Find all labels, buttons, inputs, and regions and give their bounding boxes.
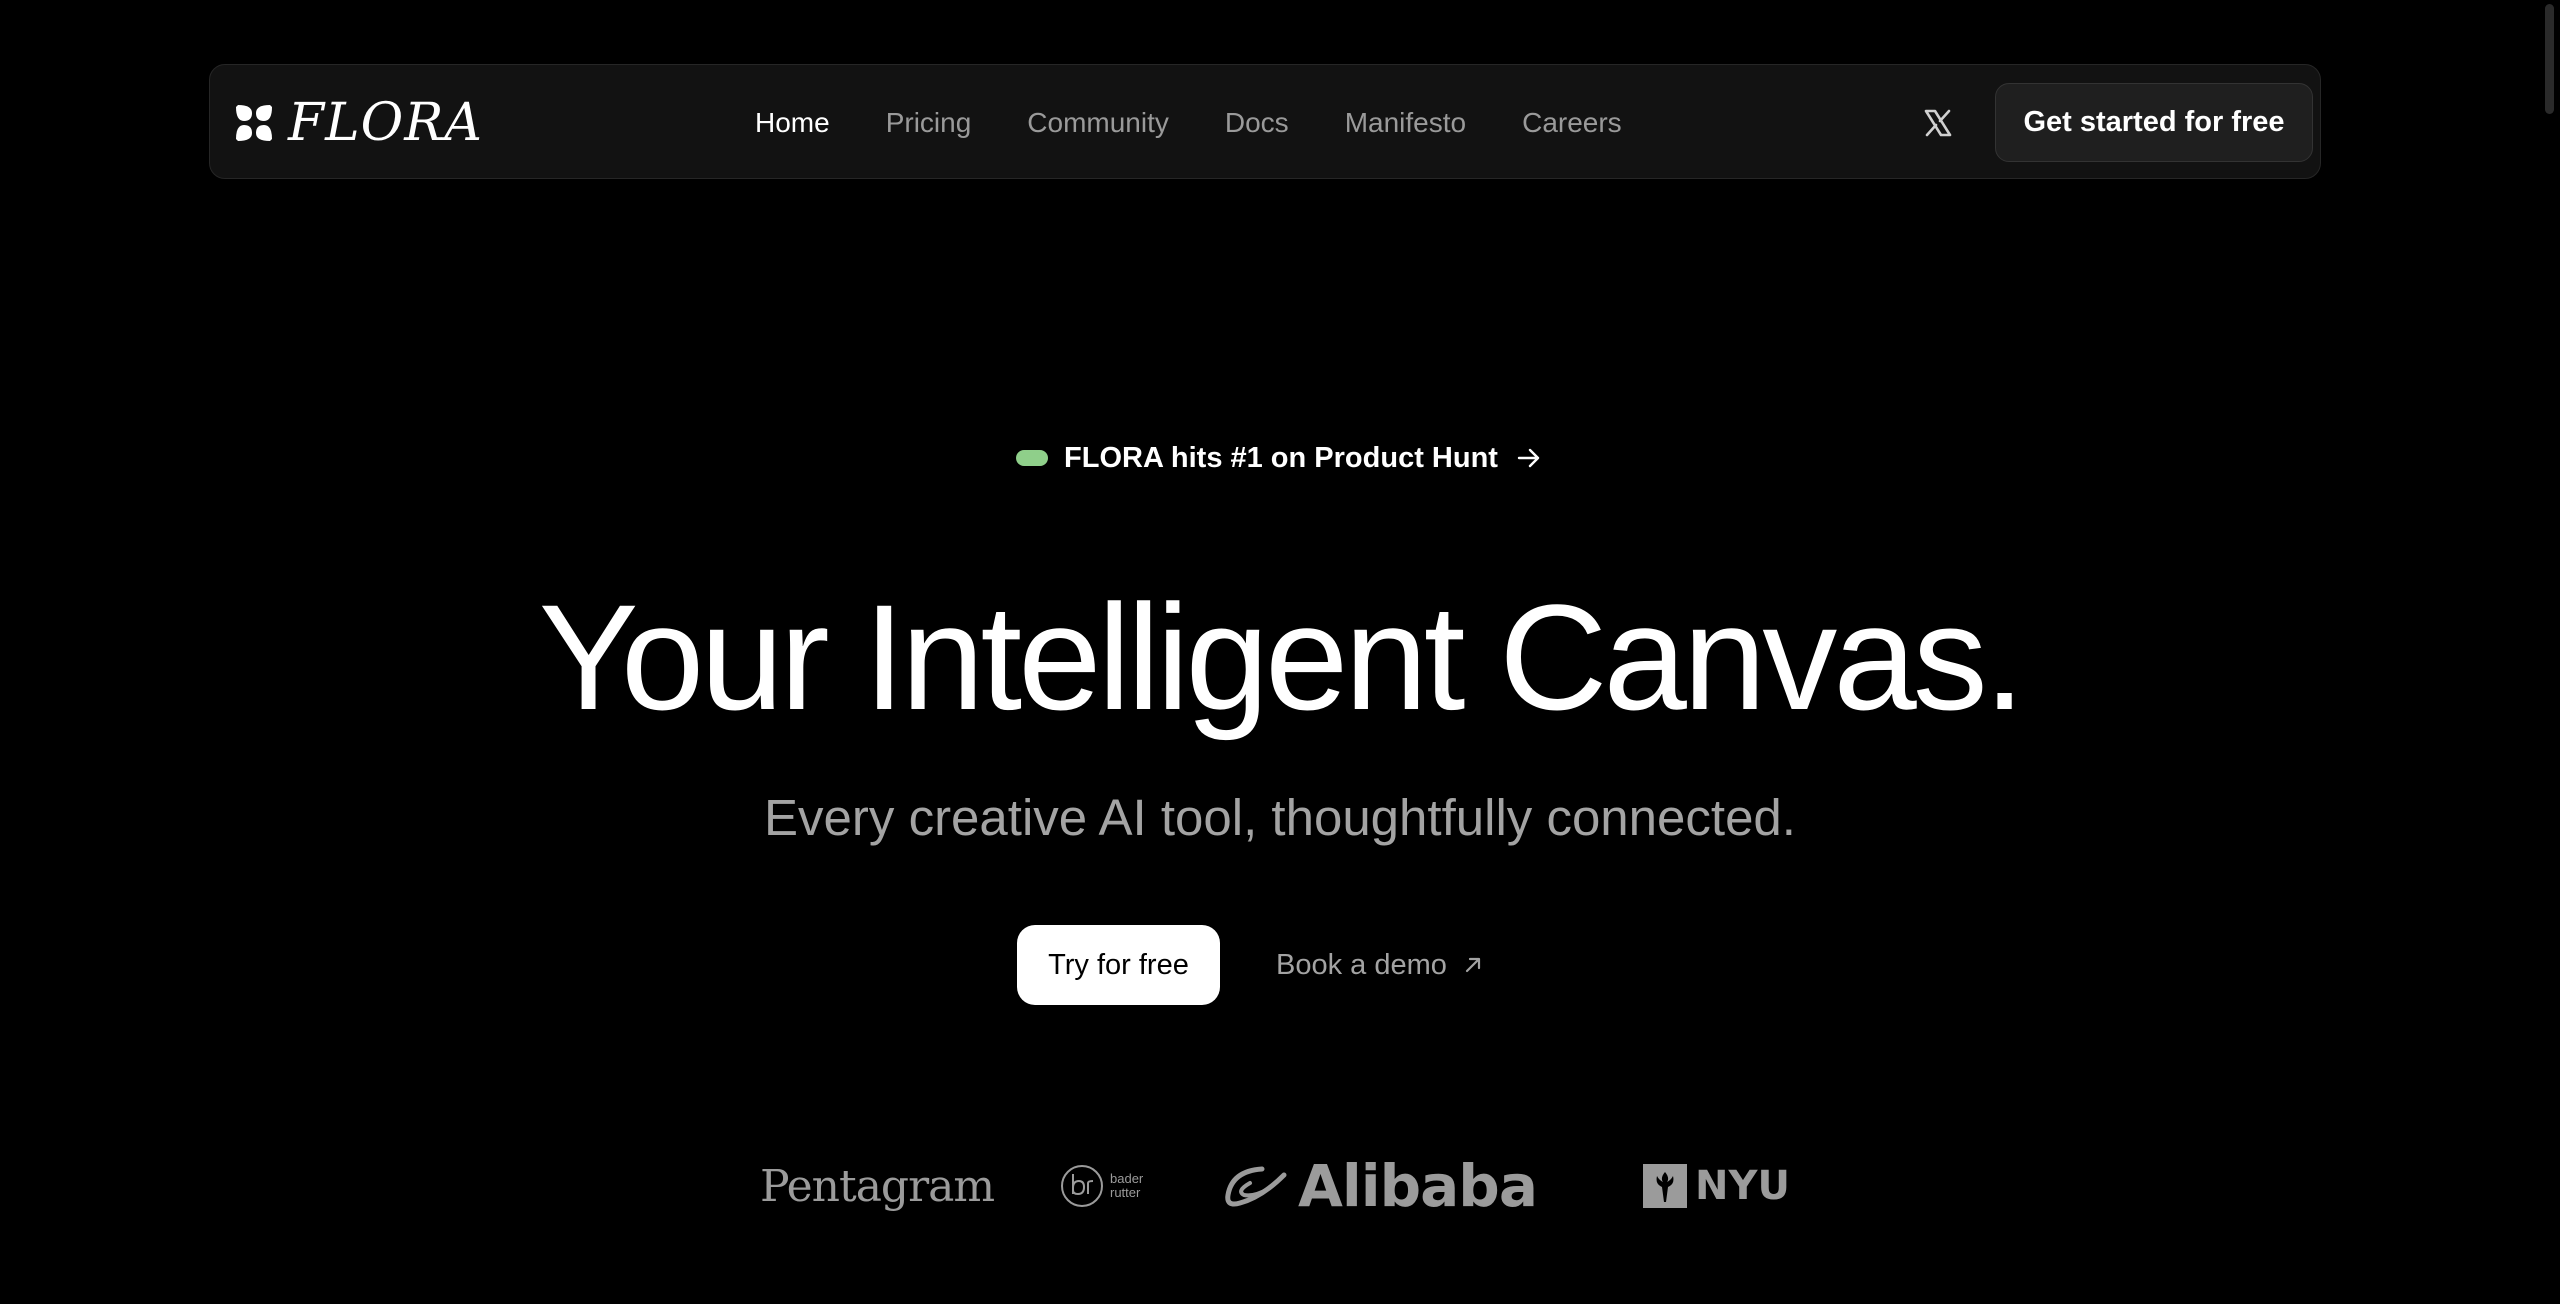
brand-wordmark: FLORA	[288, 93, 483, 153]
status-pill	[1016, 450, 1049, 466]
get-started-button[interactable]: Get started for free	[1995, 83, 2313, 162]
nav-item-manifesto[interactable]: Manifesto	[1345, 107, 1466, 139]
alibaba-logo: Alibaba	[1222, 1150, 1538, 1222]
nav-links: Home Pricing Community Docs Manifesto Ca…	[755, 65, 1622, 180]
customer-logos: Pentagram bader rutter Alibaba NYU	[0, 1150, 2560, 1222]
alibaba-mark-icon	[1225, 1166, 1287, 1207]
nyu-torch-icon	[1643, 1164, 1687, 1208]
nav-item-pricing[interactable]: Pricing	[886, 107, 972, 139]
hero-subheadline: Every creative AI tool, thoughtfully con…	[764, 789, 1796, 846]
arrow-up-right-icon	[1465, 957, 1480, 973]
page-scrollbar[interactable]	[2541, 0, 2560, 1304]
scrollbar-thumb[interactable]	[2545, 4, 2554, 114]
announcement-text: FLORA hits #1 on Product Hunt	[1064, 441, 1498, 474]
try-for-free-button[interactable]: Try for free	[1017, 925, 1220, 1005]
nyu-logo: NYU	[1643, 1150, 1790, 1222]
nav-item-community[interactable]: Community	[1027, 107, 1169, 139]
x-icon	[1924, 109, 1952, 137]
hero-headline: Your Intelligent Canvas.	[538, 573, 2026, 741]
bader-rutter-wordmark: bader rutter	[1110, 1171, 1144, 1200]
bader-rutter-mark-icon	[1061, 1165, 1103, 1207]
arrow-right-icon	[1514, 443, 1544, 473]
brand-logo[interactable]: FLORA	[234, 95, 483, 151]
nav-item-careers[interactable]: Careers	[1522, 107, 1622, 139]
bader-rutter-logo: bader rutter	[1060, 1150, 1143, 1222]
book-demo-label: Book a demo	[1276, 948, 1447, 981]
nav-item-home[interactable]: Home	[755, 107, 830, 139]
x-social-link[interactable]	[1922, 107, 1954, 139]
top-navbar: FLORA Home Pricing Community Docs Manife…	[209, 64, 2321, 179]
product-hunt-announcement[interactable]: FLORA hits #1 on Product Hunt	[0, 436, 2560, 480]
nav-item-docs[interactable]: Docs	[1225, 107, 1289, 139]
pentagram-logo: Pentagram	[760, 1160, 995, 1212]
flower-logo-icon	[236, 105, 272, 141]
book-demo-button[interactable]: Book a demo	[1276, 925, 1485, 1005]
